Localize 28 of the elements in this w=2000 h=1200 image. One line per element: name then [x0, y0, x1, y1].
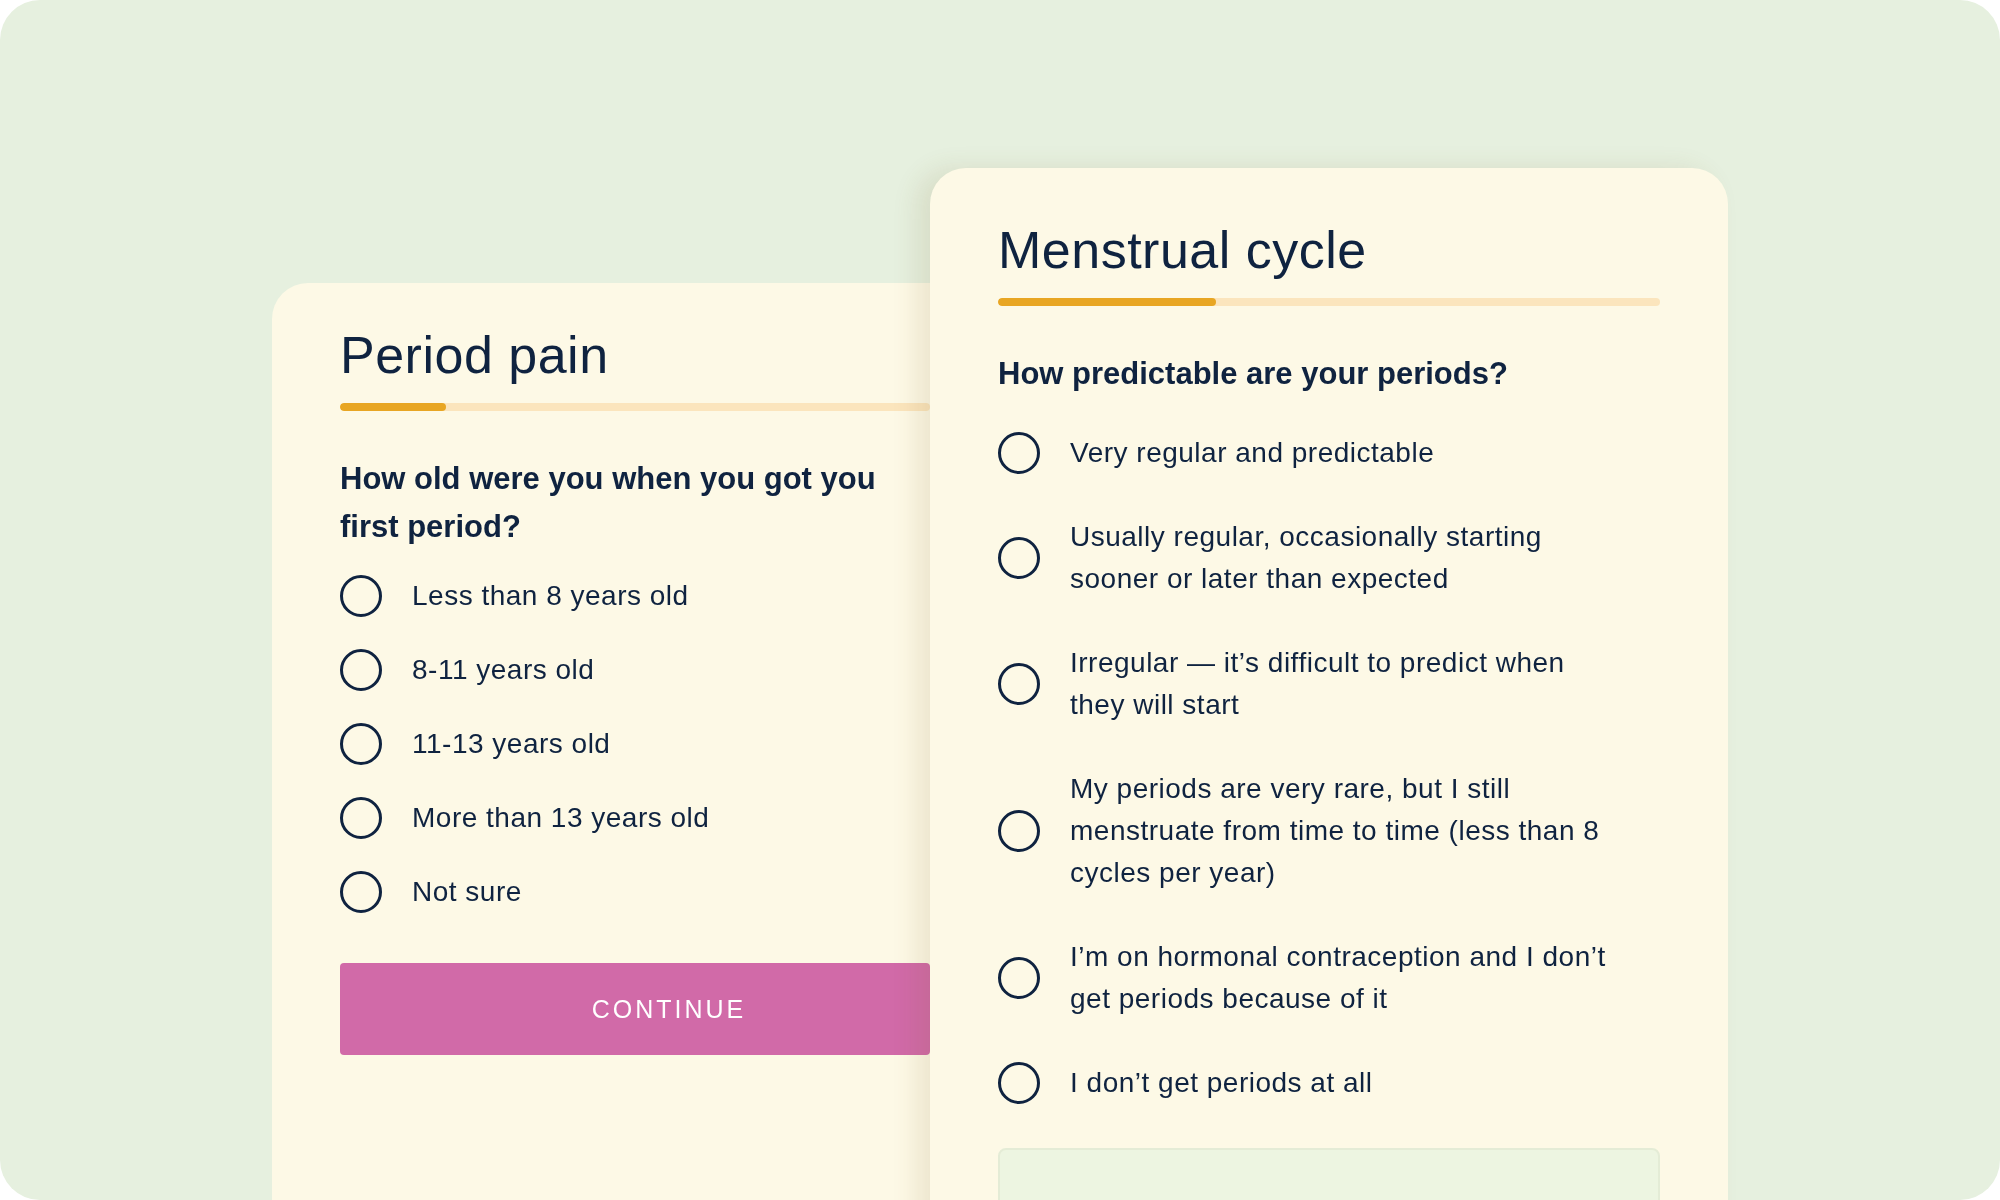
- radio-button[interactable]: [340, 649, 382, 691]
- continue-button[interactable]: CONTINUE: [340, 963, 930, 1055]
- card-title: Period pain: [340, 325, 610, 386]
- option-label: Usually regular, occasionally starting sooner or later than expected: [1070, 520, 1543, 596]
- question-text: first period?: [340, 508, 522, 546]
- radio-button[interactable]: [340, 575, 382, 617]
- radio-button[interactable]: [998, 537, 1040, 579]
- radio-button[interactable]: [998, 663, 1040, 705]
- radio-button[interactable]: [340, 797, 382, 839]
- option-label: Less than 8 years old: [412, 579, 689, 613]
- option-label: I’m on hormonal contraception and I don’t get periods because of it: [1070, 940, 1607, 1016]
- option-label: More than 13 years old: [412, 801, 710, 835]
- radio-button[interactable]: [340, 723, 382, 765]
- radio-button[interactable]: [998, 810, 1040, 852]
- card-title: Menstrual cycle: [998, 220, 1368, 281]
- question-text: How old were you when you got you: [340, 460, 877, 498]
- radio-button[interactable]: [998, 1062, 1040, 1104]
- option-label: Irregular — it’s difficult to predict when they will start: [1070, 646, 1566, 722]
- question-text: How predictable are your periods?: [998, 355, 1509, 393]
- option-label: My periods are very rare, but I still menstruate from time to time (less than 8 cycles per year): [1070, 772, 1601, 890]
- radio-button[interactable]: [998, 957, 1040, 999]
- radio-button[interactable]: [998, 432, 1040, 474]
- option-label: I don’t get periods at all: [1070, 1066, 1374, 1100]
- option-label: Very regular and predictable: [1070, 436, 1436, 470]
- option-label: Not sure: [412, 875, 522, 909]
- option-label: 11-13 years old: [412, 727, 611, 761]
- option-label: 8-11 years old: [412, 653, 595, 687]
- radio-button[interactable]: [340, 871, 382, 913]
